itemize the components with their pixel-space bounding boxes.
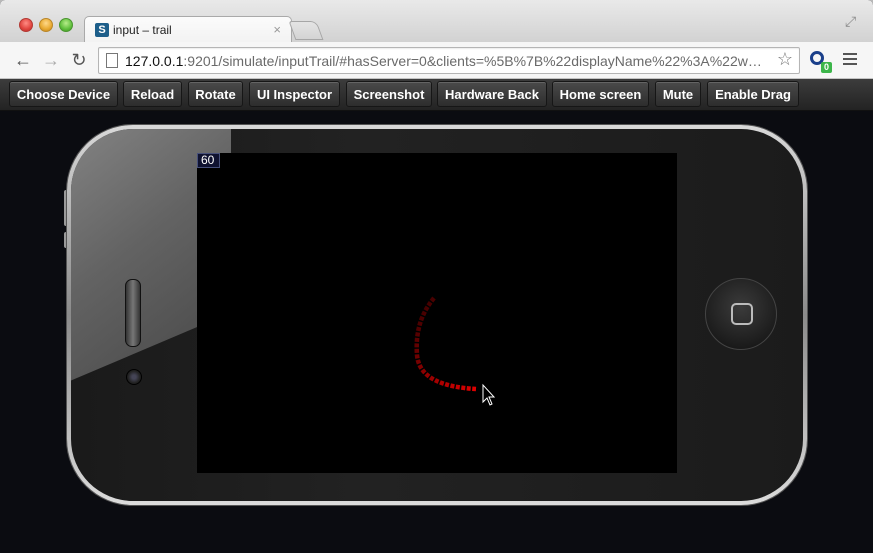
page-icon bbox=[106, 53, 118, 68]
front-camera bbox=[126, 369, 142, 385]
tab-close-icon[interactable]: × bbox=[273, 22, 281, 37]
hamburger-menu-icon[interactable] bbox=[843, 53, 857, 66]
new-tab-button[interactable] bbox=[288, 21, 324, 40]
fps-counter: 60 bbox=[197, 153, 220, 168]
home-button[interactable] bbox=[705, 278, 777, 350]
enable-drag-button[interactable]: Enable Drag bbox=[707, 81, 799, 107]
cursor-arrow-icon bbox=[482, 383, 496, 406]
address-bar[interactable]: 127.0.0.1:9201/simulate/inputTrail/#hasS… bbox=[98, 47, 800, 74]
tab-title: input – trail bbox=[113, 23, 172, 37]
star-icon[interactable]: ☆ bbox=[777, 49, 793, 70]
choose-device-button[interactable]: Choose Device bbox=[9, 81, 118, 107]
title-bar: S input – trail × ⤢ bbox=[0, 0, 873, 44]
trail-path bbox=[414, 296, 477, 392]
home-screen-button[interactable]: Home screen bbox=[552, 81, 649, 107]
hardware-back-button[interactable]: Hardware Back bbox=[437, 81, 547, 107]
window-minimize-button[interactable] bbox=[39, 18, 53, 32]
arrow-left-icon[interactable]: ← bbox=[13, 50, 33, 70]
window-close-button[interactable] bbox=[19, 18, 33, 32]
expand-icon[interactable]: ⤢ bbox=[845, 14, 859, 28]
reload-icon[interactable]: ↻ bbox=[69, 50, 89, 70]
rotate-button[interactable]: Rotate bbox=[188, 81, 243, 107]
simulator-toolbar: Choose Device Reload Rotate UI Inspector… bbox=[0, 79, 873, 111]
ui-inspector-button[interactable]: UI Inspector bbox=[249, 81, 340, 107]
browser-tab[interactable]: S input – trail × bbox=[84, 16, 292, 44]
url-path: :9201/simulate/inputTrail/#hasServer=0&c… bbox=[183, 53, 765, 69]
window-zoom-button[interactable] bbox=[59, 18, 73, 32]
input-trail bbox=[414, 296, 496, 406]
device-screen[interactable] bbox=[197, 153, 677, 473]
reload-button[interactable]: Reload bbox=[123, 81, 182, 107]
screenshot-button[interactable]: Screenshot bbox=[346, 81, 432, 107]
favicon-icon: S bbox=[95, 23, 109, 37]
browser-window: S input – trail × ⤢ ← → ↻ 127.0.0.1:9201… bbox=[0, 0, 873, 553]
mute-button[interactable]: Mute bbox=[655, 81, 701, 107]
speaker-grille bbox=[125, 279, 141, 347]
url-text[interactable]: 127.0.0.1:9201/simulate/inputTrail/#hasS… bbox=[125, 53, 765, 69]
home-square-icon bbox=[731, 303, 753, 325]
url-host: 127.0.0.1 bbox=[125, 53, 184, 69]
arrow-right-icon[interactable]: → bbox=[41, 50, 61, 70]
browser-toolbar: ← → ↻ 127.0.0.1:9201/simulate/inputTrail… bbox=[0, 42, 873, 79]
extension-badge: 0 bbox=[821, 62, 832, 73]
